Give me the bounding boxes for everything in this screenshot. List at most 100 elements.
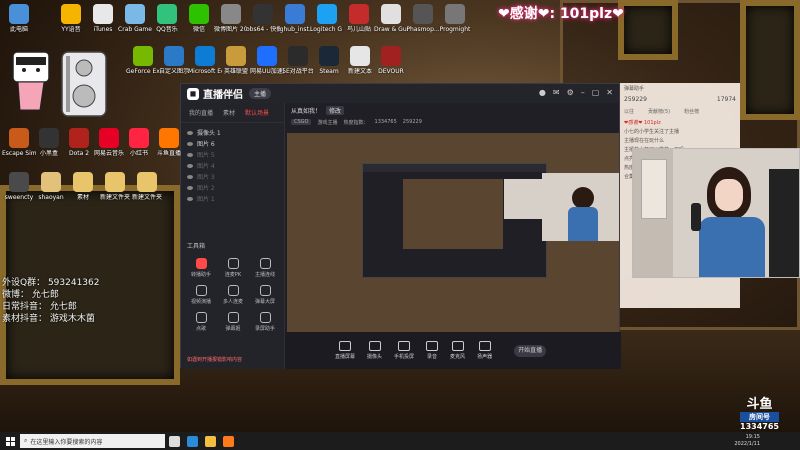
anchor-badge[interactable]: 主播 bbox=[249, 88, 272, 99]
eye-icon[interactable] bbox=[187, 163, 193, 168]
desktop-icon-row2-2[interactable]: Microsoft Edge bbox=[188, 46, 222, 75]
tool-item[interactable]: 主播连线 bbox=[249, 258, 281, 278]
desktop-icon-row1-12[interactable]: Phasmop... bbox=[406, 4, 440, 33]
chat-tab[interactable]: 以往 bbox=[624, 108, 634, 115]
eye-icon[interactable] bbox=[187, 196, 193, 201]
desktop-icon-left2-1[interactable]: shaoyan bbox=[34, 172, 68, 201]
minimize-icon[interactable]: – bbox=[581, 88, 585, 97]
taskbar-search[interactable]: ⌕ 在这里输入你要搜索的内容 bbox=[20, 434, 165, 448]
tool-item[interactable]: 录屏助手 bbox=[249, 312, 281, 332]
message-icon[interactable]: ✉ bbox=[553, 88, 560, 97]
start-live-button[interactable]: 开始直播 bbox=[514, 344, 547, 357]
desktop-icon-left2-0[interactable]: sweencty bbox=[2, 172, 36, 201]
desktop-icon-left-4-icon bbox=[129, 128, 149, 148]
desktop-icon-left2-4-label: 新建文件夹 bbox=[131, 194, 162, 201]
scene-item[interactable]: 图片 4 bbox=[181, 160, 284, 171]
desktop-icon-row2-3[interactable]: 英雄联盟 bbox=[219, 46, 253, 75]
desktop-icon-row1-6[interactable]: 微博图片 20211111... bbox=[214, 4, 248, 33]
desktop-icon-left-1[interactable]: 小黑盒 bbox=[32, 128, 66, 157]
scene-item[interactable]: 摄像头 1 bbox=[181, 127, 284, 138]
desktop-icon-left-0[interactable]: Escape Simulator bbox=[2, 128, 36, 157]
desktop-icon-left2-3[interactable]: 新建文件夹 bbox=[98, 172, 132, 201]
maximize-icon[interactable]: ▢ bbox=[592, 88, 600, 97]
desktop-icon-left-2[interactable]: Dota 2 bbox=[62, 128, 96, 157]
desktop-icon-row1-11[interactable]: Draw & Guess bbox=[374, 4, 408, 33]
desktop-icon-row1-2[interactable]: iTunes bbox=[86, 4, 120, 33]
category-tag[interactable]: CSGO bbox=[291, 119, 312, 125]
desktop-icon-left-3[interactable]: 网易云音乐 bbox=[92, 128, 126, 157]
desktop-icon-row1-8[interactable]: lghub_inst... bbox=[278, 4, 312, 33]
start-button[interactable] bbox=[0, 432, 20, 450]
edit-room-button[interactable]: 修改 bbox=[326, 105, 345, 115]
scene-item[interactable]: 图片 2 bbox=[181, 182, 284, 193]
desktop-icon-row1-9[interactable]: Logitech G HUB bbox=[310, 4, 344, 33]
desktop-icon-row2-8[interactable]: DEVOUR bbox=[374, 46, 408, 75]
desktop-icon-row2-4[interactable]: 网易UU加速器 bbox=[250, 46, 284, 75]
desktop-icon-row2-5-icon bbox=[288, 46, 308, 66]
settings-icon[interactable]: ⚙ bbox=[567, 88, 574, 97]
avatar-icon[interactable]: ● bbox=[539, 88, 546, 97]
live-companion-window[interactable]: ◼ 直播伴侣 主播 ● ✉ ⚙ – ▢ ✕ 我的直播 素材 默认场景 摄像头 1… bbox=[180, 83, 621, 369]
chat-tab[interactable]: 粉丝榜 bbox=[684, 108, 699, 115]
bottom-control-button[interactable]: 录音 bbox=[426, 341, 439, 360]
close-icon[interactable]: ✕ bbox=[606, 88, 613, 97]
desktop-icon-left2-4[interactable]: 新建文件夹 bbox=[130, 172, 164, 201]
desktop-icon-row1-7[interactable]: obs64 - 快捷方式 bbox=[246, 4, 280, 33]
file-explorer-icon[interactable] bbox=[201, 432, 219, 450]
desktop-icon-left-5[interactable]: 斗鱼直播 bbox=[152, 128, 186, 157]
error-notice[interactable]: 如遇到开播报错影响内容 bbox=[187, 356, 242, 363]
bottom-control-button[interactable]: 扬声器 bbox=[477, 341, 492, 360]
task-view-icon[interactable] bbox=[165, 432, 183, 450]
scene-item[interactable]: 图片 1 bbox=[181, 193, 284, 204]
tool-item[interactable]: 弹幕大屏 bbox=[249, 285, 281, 305]
bottom-control-button[interactable]: 摄像头 bbox=[367, 341, 382, 360]
bottom-control-button[interactable]: 手机投屏 bbox=[394, 341, 414, 360]
chat-tab[interactable]: 贡献榜(5) bbox=[648, 108, 670, 115]
eye-icon[interactable] bbox=[187, 185, 193, 190]
desktop-icon-row1-13[interactable]: Progmight bbox=[438, 4, 472, 33]
tool-item[interactable]: 连麦PK bbox=[217, 258, 249, 278]
desktop-icon-row1-13-label: Progmight bbox=[439, 26, 471, 33]
scene-item[interactable]: 图片 3 bbox=[181, 171, 284, 182]
desktop-icon-row1-3[interactable]: Crab Game bbox=[118, 4, 152, 33]
tool-label: 点歌 bbox=[195, 326, 206, 332]
scene-item[interactable]: 图片 5 bbox=[181, 149, 284, 160]
tab-default-scene[interactable]: 默认场景 bbox=[245, 108, 269, 117]
eye-icon[interactable] bbox=[187, 141, 193, 146]
heat-label: 热度指数： bbox=[343, 119, 369, 126]
desktop-icon-row1-10[interactable]: 鸟儿山贴 bbox=[342, 4, 376, 33]
tab-material[interactable]: 素材 bbox=[223, 108, 235, 117]
tab-my-live[interactable]: 我的直播 bbox=[189, 108, 213, 117]
tool-item[interactable]: 弹幕姬 bbox=[217, 312, 249, 332]
desktop-icon-row2-0-label: GeForce Experience bbox=[126, 68, 160, 75]
app-titlebar[interactable]: ◼ 直播伴侣 主播 ● ✉ ⚙ – ▢ ✕ bbox=[181, 84, 619, 103]
tool-item[interactable]: 视频演播 bbox=[185, 285, 217, 305]
bottom-control-button[interactable]: 麦克风 bbox=[450, 341, 465, 360]
desktop-icon-row2-6[interactable]: Steam bbox=[312, 46, 346, 75]
scene-item[interactable]: 图片 6 bbox=[181, 138, 284, 149]
desktop-icon-row2-0[interactable]: GeForce Experience bbox=[126, 46, 160, 75]
desktop-icon-row2-1[interactable]: 自定义图示 bbox=[157, 46, 191, 75]
desktop-icon-row1-4-label: QQ音乐 bbox=[156, 26, 178, 33]
eye-icon[interactable] bbox=[187, 130, 193, 135]
desktop-icon-left-4[interactable]: 小红书 bbox=[122, 128, 156, 157]
stream-preview[interactable] bbox=[287, 133, 619, 332]
douyu-live-icon[interactable] bbox=[219, 432, 237, 450]
scene-label: 图片 6 bbox=[197, 141, 215, 148]
desktop-icon-row1-5[interactable]: 微信 bbox=[182, 4, 216, 33]
desktop-icon-row1-1[interactable]: YY语音 bbox=[54, 4, 88, 33]
system-clock[interactable]: 19:15 2022/1/11 bbox=[734, 434, 760, 448]
edge-icon[interactable] bbox=[183, 432, 201, 450]
eye-icon[interactable] bbox=[187, 152, 193, 157]
desktop-icon-row2-5[interactable]: 5E对战平台 bbox=[281, 46, 315, 75]
tool-item[interactable]: 转播助手 bbox=[185, 258, 217, 278]
desktop-icon-row2-7[interactable]: 新建文本 bbox=[343, 46, 377, 75]
tool-item[interactable]: 点歌 bbox=[185, 312, 217, 332]
tool-item[interactable]: 多人连麦 bbox=[217, 285, 249, 305]
desktop-icon-row1-4[interactable]: QQ音乐 bbox=[150, 4, 184, 33]
eye-icon[interactable] bbox=[187, 174, 193, 179]
tool-label: 多人连麦 bbox=[222, 299, 243, 305]
desktop-icon-left2-2[interactable]: 素材 bbox=[66, 172, 100, 201]
bottom-control-button[interactable]: 直播屏幕 bbox=[335, 341, 355, 360]
desktop-icon-row1-0[interactable]: 此电脑 bbox=[2, 4, 36, 33]
